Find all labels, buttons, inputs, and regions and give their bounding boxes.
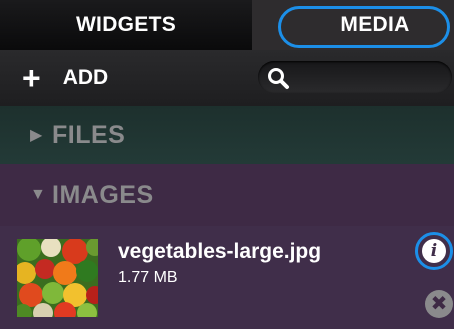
image-thumbnail[interactable]	[17, 239, 98, 317]
item-filesize: 1.77 MB	[118, 269, 178, 286]
tab-media-highlight	[278, 6, 450, 48]
vegetables-thumbnail-image	[17, 239, 98, 317]
tab-widgets[interactable]: WIDGETS	[0, 0, 252, 50]
tab-bar: WIDGETS MEDIA	[0, 0, 454, 50]
remove-button[interactable]: ✖	[425, 290, 453, 318]
section-files-label: FILES	[52, 120, 126, 149]
info-button[interactable]: i	[415, 232, 453, 270]
section-images[interactable]: ▼ IMAGES	[0, 164, 454, 226]
add-button[interactable]: + ADD	[22, 62, 108, 94]
search-icon	[268, 68, 289, 89]
expanded-arrow-icon: ▼	[30, 186, 46, 203]
media-item[interactable]: vegetables-large.jpg 1.77 MB i ✖	[0, 226, 454, 329]
tab-widgets-label: WIDGETS	[75, 13, 177, 36]
section-files[interactable]: ▶ FILES	[0, 106, 454, 164]
section-images-label: IMAGES	[52, 180, 154, 209]
toolbar: + ADD	[0, 50, 454, 106]
plus-icon: +	[22, 60, 41, 96]
collapsed-arrow-icon: ▶	[30, 127, 43, 144]
search-input[interactable]	[258, 61, 452, 93]
add-label: ADD	[62, 66, 109, 89]
item-filename: vegetables-large.jpg	[118, 240, 322, 263]
info-icon: i	[422, 239, 446, 263]
close-icon: ✖	[430, 293, 448, 315]
